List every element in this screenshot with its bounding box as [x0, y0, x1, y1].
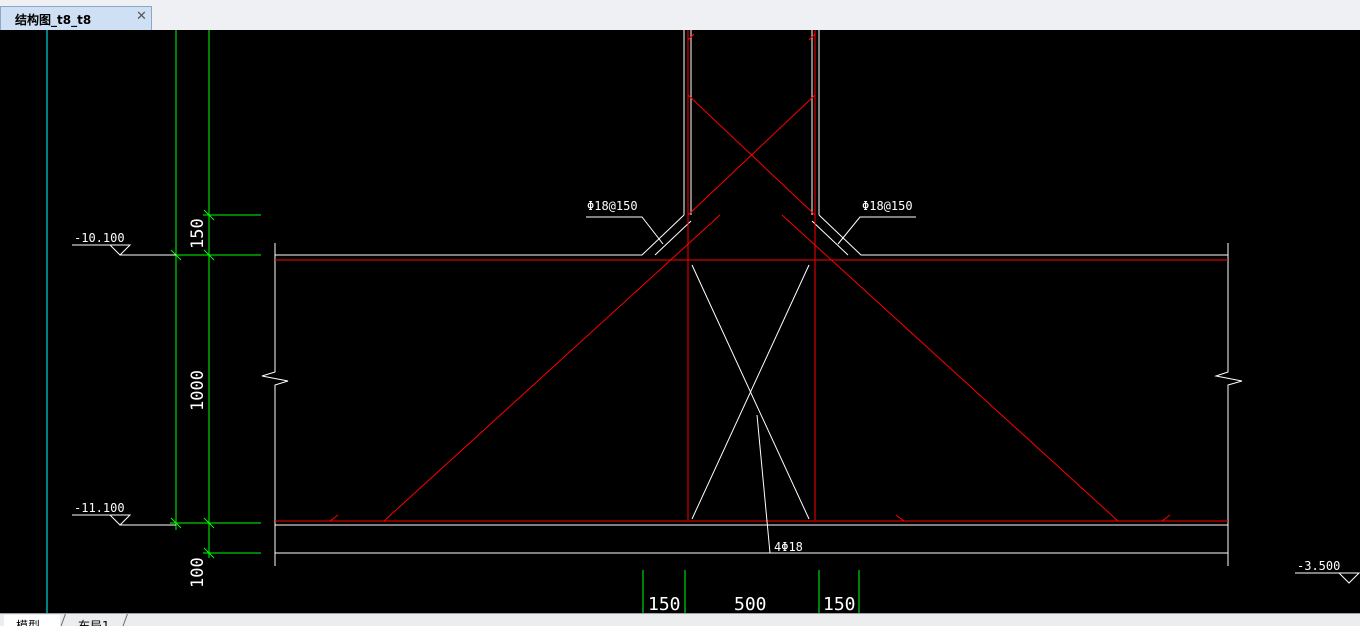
document-tab[interactable]: 结构图_t8_t8 ✕	[0, 6, 152, 30]
elevation-right-label: -3.500	[1297, 559, 1340, 573]
tab-model[interactable]: 模型	[4, 615, 60, 626]
bottom-dim-label: 500	[734, 594, 767, 613]
section-outline	[261, 30, 1243, 566]
rebar-left-label: Φ18@150	[587, 199, 638, 213]
drawing-canvas[interactable]: -10.100 -11.100 -3.500 150 1000 100 Φ18@…	[0, 30, 1360, 613]
rebar-lines	[275, 30, 1228, 522]
cad-drawing: -10.100 -11.100 -3.500 150 1000 100 Φ18@…	[46, 30, 1360, 613]
tab-layout1[interactable]: 布局1	[62, 615, 126, 626]
rebar-bottom-label: 4Φ18	[774, 540, 803, 554]
cross-rebar	[691, 264, 828, 554]
dim-100-label: 100	[188, 557, 208, 588]
bottom-dim-label: 150	[823, 594, 856, 613]
close-icon[interactable]: ✕	[136, 9, 147, 24]
document-tab-title: 结构图_t8_t8	[15, 13, 92, 27]
bottom-dim-label: 150	[648, 594, 681, 613]
elevation-bottom-label: -11.100	[74, 501, 125, 515]
elevation-top-label: -10.100	[74, 231, 125, 245]
rebar-right-label: Φ18@150	[862, 199, 913, 213]
dim-1000-label: 1000	[188, 370, 208, 411]
layout-tab-bar: 模型 布局1	[0, 613, 1360, 626]
document-tab-bar: 结构图_t8_t8 ✕	[0, 0, 1360, 31]
dim-150-label: 150	[188, 218, 208, 249]
left-dimension-lines	[170, 30, 261, 559]
rebar-leaders	[586, 216, 916, 245]
elevation-markers	[72, 244, 1360, 584]
